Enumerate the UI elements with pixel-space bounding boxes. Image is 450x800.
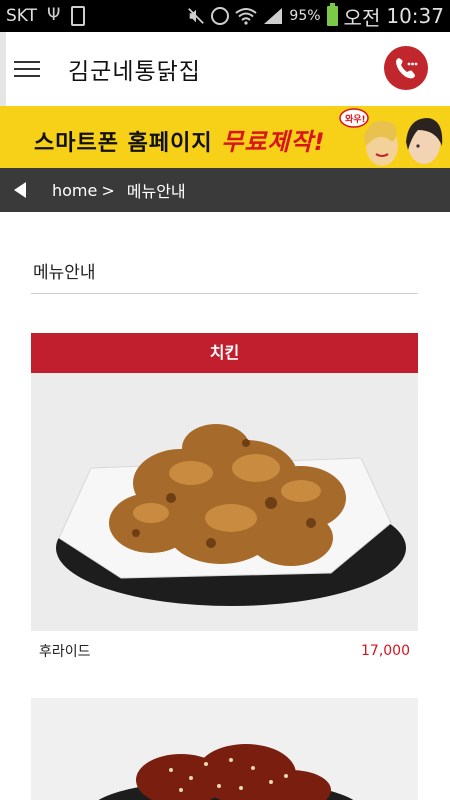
battery-percent: 95% [289,8,321,24]
banner-text-main: 스마트폰 홈페이지 [34,131,222,156]
phone-notification-icon [71,6,86,26]
mute-icon [188,8,205,24]
wifi-icon [235,8,258,25]
back-arrow-icon[interactable] [14,182,26,198]
battery-icon [326,3,338,26]
menu-item-photo [31,373,418,631]
status-ampm: 오전 [343,5,381,30]
usb-icon [45,5,63,25]
menu-item-price: 17,000 [361,643,410,659]
seasoned-chicken-image [31,698,418,800]
menu-icon[interactable] [14,59,40,79]
call-button[interactable] [384,46,428,90]
category-header: 치킨 [31,333,418,373]
page-title: 메뉴안내 [31,250,418,294]
app-header: 김군네통닭집 [0,32,450,106]
banner-text-highlight: 무료제작! [221,128,326,156]
breadcrumb: home > 메뉴안내 [0,168,450,212]
breadcrumb-separator: > [101,180,115,200]
status-time: 10:37 [386,4,444,28]
phone-call-icon [396,58,418,79]
promo-banner[interactable]: 스마트폰 홈페이지 무료제작! 와우! [0,106,450,168]
breadcrumb-home[interactable]: home [52,181,97,200]
carrier-label: SKT [6,6,38,26]
banner-illustration: 와우! [339,108,443,166]
status-bar: SKT 95% 오전 10:37 [0,0,450,32]
menu-item-name: 후라이드 [39,644,91,660]
fried-chicken-image [31,373,418,631]
site-title[interactable]: 김군네통닭집 [68,52,201,86]
breadcrumb-current: 메뉴안내 [126,182,186,201]
menu-item-photo [31,698,418,800]
menu-item-info: 후라이드 17,000 [31,631,418,671]
banner-text: 스마트폰 홈페이지 무료제작! [34,122,326,157]
menu-item-card[interactable] [31,698,418,800]
signal-icon [264,8,283,24]
alarm-icon [211,7,230,25]
banner-bubble-text: 와우! [345,113,366,125]
menu-item-card[interactable]: 후라이드 17,000 [31,373,418,671]
